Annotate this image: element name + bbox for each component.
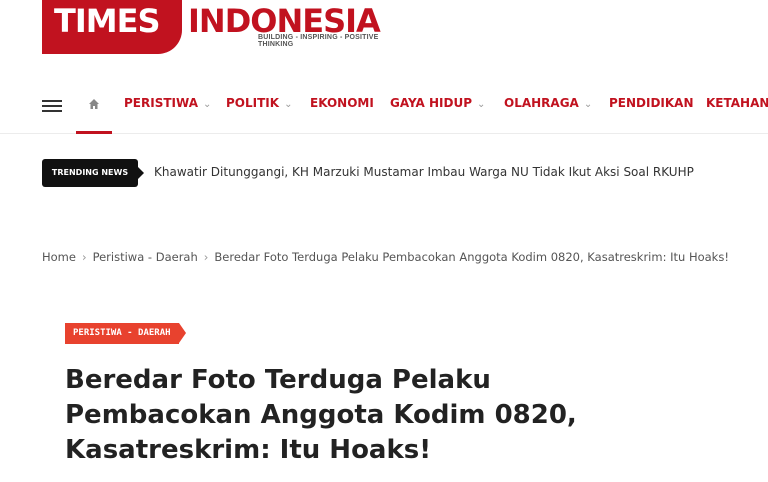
breadcrumb-home-link[interactable]: Home — [42, 250, 76, 264]
nav-item-olahraga[interactable]: OLAHRAGA ⌄ — [504, 96, 592, 110]
main-nav: PERISTIWA ⌄ POLITIK ⌄ EKONOMI GAYA HIDUP ⌄ … — [0, 78, 768, 134]
nav-item-gaya-hidup[interactable]: GAYA HIDUP ⌄ — [390, 96, 485, 110]
logo-tagline: BUILDING - INSPIRING - POSITIVE THINKING — [258, 34, 379, 48]
chevron-down-icon: ⌄ — [202, 99, 212, 110]
breadcrumb-separator-icon: › — [81, 250, 87, 264]
logo-times-block: TIMES — [42, 0, 182, 54]
nav-home[interactable] — [76, 78, 112, 134]
home-icon — [89, 99, 99, 109]
article-title: Beredar Foto Terduga Pelaku Pembacokan A… — [65, 365, 577, 465]
category-badge[interactable]: PERISTIWA - DAERAH — [65, 323, 186, 344]
chevron-down-icon: ⌄ — [583, 99, 593, 110]
nav-item-peristiwa[interactable]: PERISTIWA ⌄ — [124, 96, 211, 110]
nav-item-ketahanan[interactable]: KETAHANA — [706, 96, 768, 110]
nav-item-pendidikan[interactable]: PENDIDIKAN — [609, 96, 694, 110]
trending-headline-link[interactable]: Khawatir Ditunggangi, KH Marzuki Mustama… — [154, 165, 694, 179]
breadcrumb-separator-icon: › — [203, 250, 209, 264]
hamburger-menu-icon[interactable] — [42, 100, 62, 112]
site-logo[interactable]: TIMES INDONESIA BUILDING - INSPIRING - P… — [42, 0, 402, 54]
breadcrumb-category-link[interactable]: Peristiwa - Daerah — [93, 250, 198, 264]
breadcrumb-current: Beredar Foto Terduga Pelaku Pembacokan A… — [214, 250, 729, 264]
nav-item-politik[interactable]: POLITIK ⌄ — [226, 96, 292, 110]
chevron-down-icon: ⌄ — [477, 99, 486, 110]
trending-badge: TRENDING NEWS — [42, 159, 144, 187]
breadcrumb: Home › Peristiwa - Daerah › Beredar Foto Ter… — [42, 250, 729, 264]
nav-item-ekonomi[interactable]: EKONOMI — [310, 96, 374, 110]
chevron-down-icon: ⌄ — [284, 99, 293, 110]
logo-times-text: TIMES — [54, 2, 160, 40]
